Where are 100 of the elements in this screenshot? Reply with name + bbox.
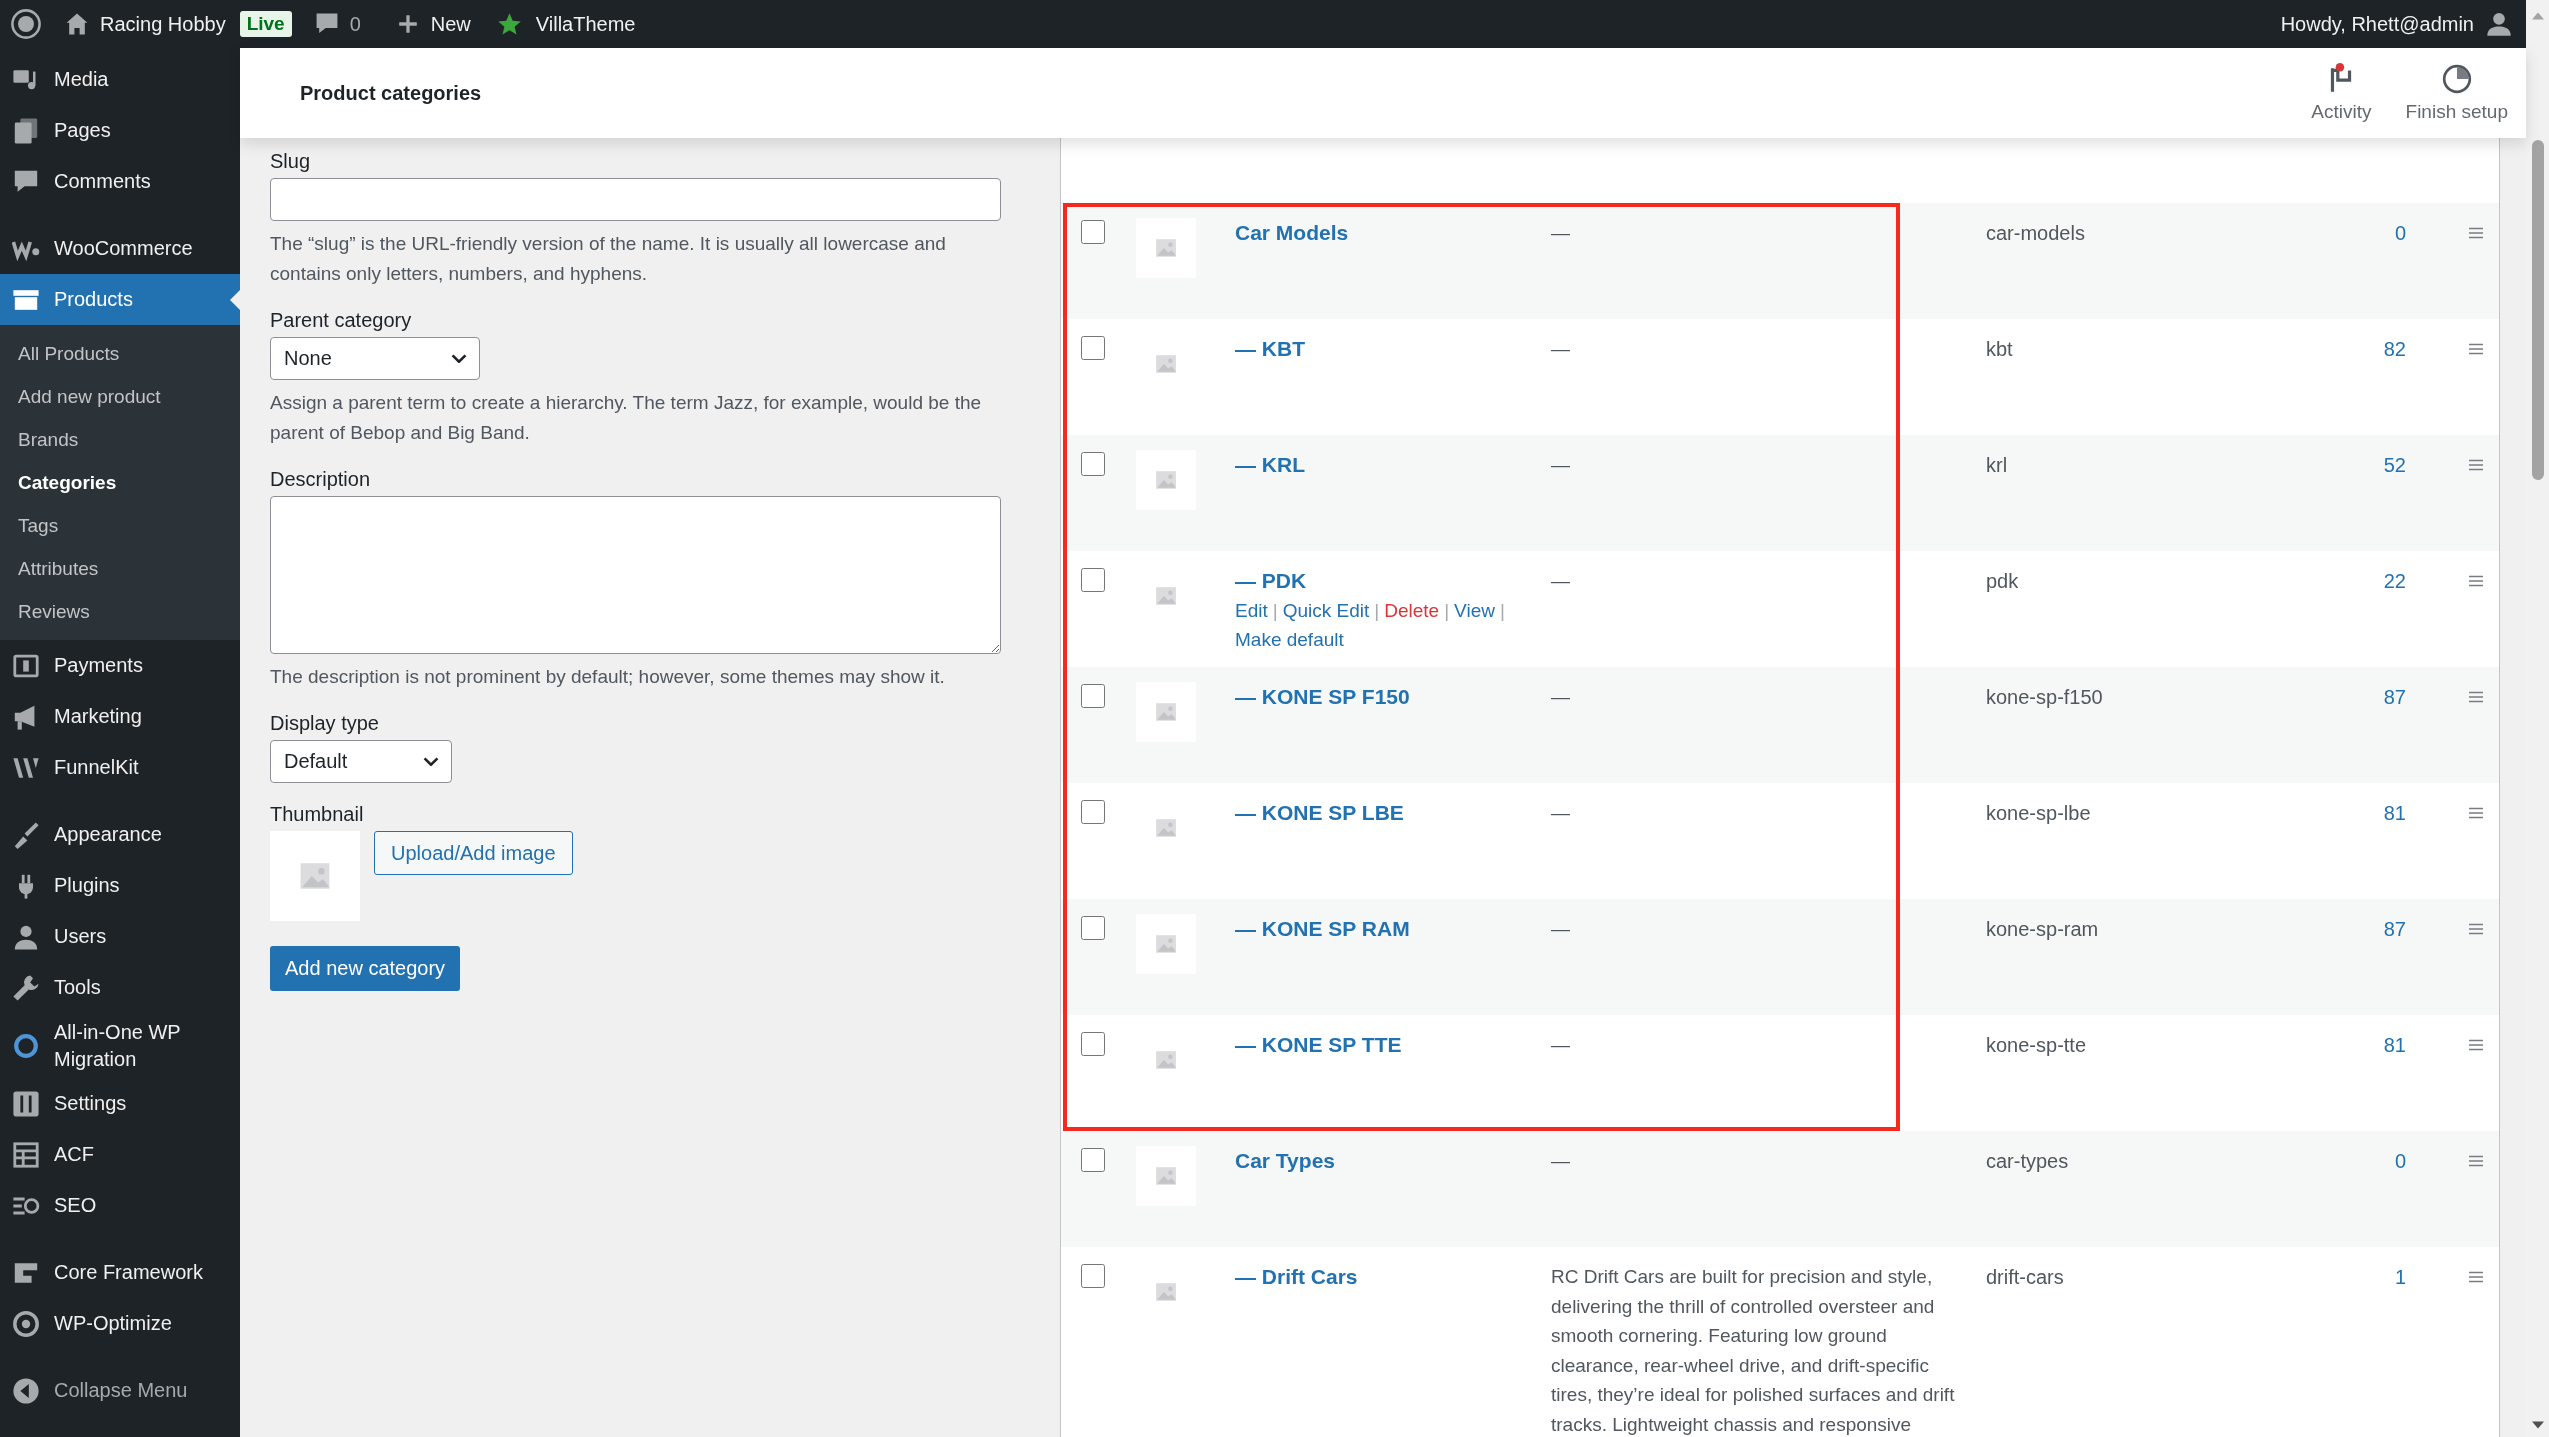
header-action[interactable]: Activity xyxy=(2311,63,2372,123)
count-link[interactable]: 87 xyxy=(2346,682,2406,712)
menu-item[interactable]: All-in-One WP Migration xyxy=(0,1013,240,1079)
drag-handle-icon[interactable] xyxy=(2468,227,2484,239)
count-link[interactable]: 0 xyxy=(2346,218,2406,248)
submenu-item[interactable]: Add new product xyxy=(0,375,240,418)
ring-icon xyxy=(12,1031,40,1060)
category-name-link[interactable]: — KRL xyxy=(1235,450,1305,480)
category-name-link[interactable]: — KBT xyxy=(1235,334,1305,364)
count-link[interactable]: 81 xyxy=(2346,798,2406,828)
submenu-item[interactable]: Brands xyxy=(0,418,240,461)
drag-handle-icon[interactable] xyxy=(2468,343,2484,355)
drag-handle-icon[interactable] xyxy=(2468,1271,2484,1283)
menu-item[interactable]: WP-Optimize xyxy=(0,1298,240,1350)
slug-field[interactable] xyxy=(270,178,1001,221)
select-field[interactable]: Default xyxy=(270,740,452,783)
scroll-down-icon[interactable] xyxy=(2531,1421,2544,1429)
add-category-button[interactable]: Add new category xyxy=(270,946,461,991)
menu-item[interactable]: ACF xyxy=(0,1129,240,1181)
drag-handle-icon[interactable] xyxy=(2468,691,2484,703)
image-icon xyxy=(1155,701,1177,723)
delete-link[interactable]: Delete xyxy=(1384,600,1440,621)
greeting-link[interactable]: Howdy, Rhett@admin xyxy=(2280,12,2474,36)
count-link[interactable]: 1 xyxy=(2346,1262,2406,1292)
menu-item[interactable]: FunnelKit xyxy=(0,742,240,793)
submenu-item[interactable]: Reviews xyxy=(0,590,240,633)
menu-item[interactable]: Media xyxy=(0,54,240,105)
count-link[interactable]: 22 xyxy=(2346,566,2406,596)
row-checkbox[interactable] xyxy=(1081,1148,1105,1172)
field-label: Description xyxy=(270,468,371,491)
drag-handle-icon[interactable] xyxy=(2468,1155,2484,1167)
menu-item[interactable]: Tools xyxy=(0,962,240,1013)
category-name-link[interactable]: — KONE SP LBE xyxy=(1235,798,1404,828)
description-field[interactable] xyxy=(270,496,1001,654)
count-link[interactable]: 0 xyxy=(2346,1146,2406,1176)
count-link[interactable]: 52 xyxy=(2346,450,2406,480)
row-checkbox[interactable] xyxy=(1081,916,1105,940)
category-name-link[interactable]: Car Types xyxy=(1235,1146,1335,1176)
row-checkbox[interactable] xyxy=(1081,1032,1105,1056)
count-link[interactable]: 87 xyxy=(2346,914,2406,944)
menu-item[interactable]: Marketing xyxy=(0,691,240,742)
row-checkbox[interactable] xyxy=(1081,568,1105,592)
user-icon[interactable] xyxy=(2486,11,2512,37)
comment-count[interactable]: 0 xyxy=(349,12,361,36)
menu-item[interactable]: Comments xyxy=(0,156,240,207)
image-icon xyxy=(299,860,331,892)
header-action[interactable]: Finish setup xyxy=(2405,63,2508,123)
action-link[interactable]: Edit xyxy=(1235,600,1268,621)
category-name-link[interactable]: — PDK xyxy=(1235,566,1307,596)
drag-handle-icon[interactable] xyxy=(2468,459,2484,471)
paintbrush-icon xyxy=(12,820,40,849)
submenu-item[interactable]: All Products xyxy=(0,332,240,375)
count-link[interactable]: 81 xyxy=(2346,1030,2406,1060)
row-checkbox[interactable] xyxy=(1081,220,1105,244)
action-link[interactable]: Make default xyxy=(1235,629,1344,650)
menu-item[interactable]: Payments xyxy=(0,640,240,691)
row-checkbox[interactable] xyxy=(1081,800,1105,824)
category-name-link[interactable]: — KONE SP F150 xyxy=(1235,682,1410,712)
menu-item[interactable]: Plugins xyxy=(0,860,240,911)
select-field[interactable]: None xyxy=(270,337,480,380)
logo-icon[interactable] xyxy=(10,8,42,40)
row-checkbox[interactable] xyxy=(1081,684,1105,708)
menu-item[interactable]: Products xyxy=(0,274,240,325)
category-name-link[interactable]: Car Models xyxy=(1235,218,1349,248)
menu-item[interactable]: Settings xyxy=(0,1078,240,1130)
menu-item[interactable]: Pages xyxy=(0,105,240,156)
collapse-icon xyxy=(12,1376,40,1405)
slug-text: drift-cars xyxy=(1986,1265,2065,1290)
home-icon[interactable] xyxy=(64,11,90,37)
drag-handle-icon[interactable] xyxy=(2468,923,2484,935)
action-link[interactable]: View xyxy=(1454,600,1495,621)
menu-item[interactable]: Users xyxy=(0,911,240,962)
menu-item[interactable]: Core Framework xyxy=(0,1247,240,1299)
row-checkbox[interactable] xyxy=(1081,1264,1105,1288)
submenu-item[interactable]: Tags xyxy=(0,504,240,547)
plus-icon[interactable] xyxy=(396,13,419,35)
action-link[interactable]: Quick Edit xyxy=(1282,600,1370,621)
drag-handle-icon[interactable] xyxy=(2468,807,2484,819)
plugin-link[interactable]: VillaTheme xyxy=(535,12,636,36)
site-name-link[interactable]: Racing Hobby xyxy=(100,12,226,36)
row-checkbox[interactable] xyxy=(1081,336,1105,360)
star-icon[interactable] xyxy=(496,11,522,37)
upload-image-button[interactable]: Upload/Add image xyxy=(374,831,573,875)
submenu-item[interactable]: Attributes xyxy=(0,547,240,590)
category-name-link[interactable]: — KONE SP TTE xyxy=(1235,1030,1402,1060)
new-link[interactable]: New xyxy=(430,12,471,36)
menu-item[interactable]: SEO xyxy=(0,1180,240,1232)
image-icon xyxy=(1155,817,1177,839)
menu-item[interactable]: WooCommerce xyxy=(0,223,240,274)
page-title: Product categories xyxy=(300,81,482,105)
menu-item[interactable]: Appearance xyxy=(0,809,240,860)
collapse-menu-button[interactable]: Collapse Menu xyxy=(0,1365,240,1417)
scroll-thumb[interactable] xyxy=(2531,140,2544,480)
drag-handle-icon[interactable] xyxy=(2468,1039,2484,1051)
category-name-link[interactable]: — KONE SP RAM xyxy=(1235,914,1410,944)
row-checkbox[interactable] xyxy=(1081,452,1105,476)
submenu-item[interactable]: Categories xyxy=(0,461,240,504)
count-link[interactable]: 82 xyxy=(2346,334,2406,364)
category-name-link[interactable]: — Drift Cars xyxy=(1235,1262,1358,1292)
drag-handle-icon[interactable] xyxy=(2468,575,2484,587)
